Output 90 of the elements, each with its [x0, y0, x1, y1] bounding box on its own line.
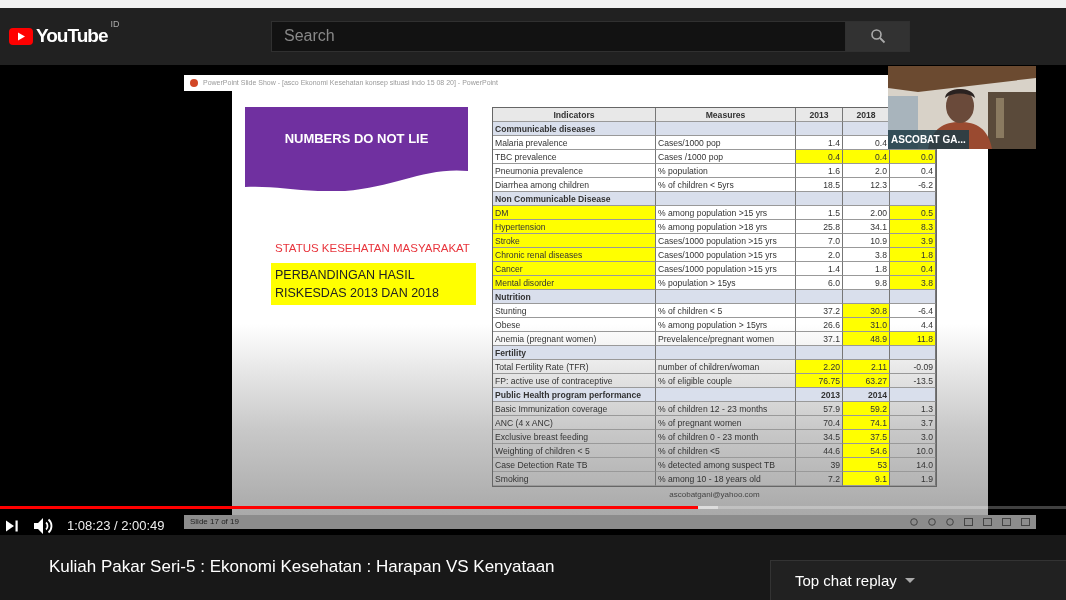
volume-button[interactable] — [33, 516, 53, 535]
table-cell: 1.4 — [796, 261, 843, 276]
table-cell: ANC (4 x ANC) — [493, 415, 656, 430]
table-cell: number of children/woman — [656, 359, 796, 374]
normal-view-icon[interactable] — [964, 517, 973, 526]
table-cell: Malaria prevalence — [493, 135, 656, 150]
table-cell: Basic Immunization coverage — [493, 401, 656, 416]
table-cell: % of children < 5 — [656, 303, 796, 318]
table-cell: % among population > 15yrs — [656, 317, 796, 332]
table-cell: -13.5 — [890, 373, 936, 388]
column-header: 2018 — [843, 107, 890, 122]
table-cell: 25.8 — [796, 219, 843, 234]
logo-text: YouTube — [36, 25, 108, 48]
table-cell: TBC prevalence — [493, 149, 656, 164]
table-cell: Cases/1000 population >15 yrs — [656, 233, 796, 248]
table-cell: -6.2 — [890, 177, 936, 192]
table-cell: 1.4 — [796, 135, 843, 150]
table-cell: Smoking — [493, 471, 656, 486]
table-cell: Cases/1000 population >15 yrs — [656, 247, 796, 262]
table-cell: 4.4 — [890, 317, 936, 332]
search-icon — [869, 28, 886, 45]
table-cell: % of children <5 — [656, 443, 796, 458]
table-cell: 3.0 — [890, 429, 936, 444]
email-text: ascobatgani@yahoo.com — [669, 489, 760, 499]
table-cell: % of eligible couple — [656, 373, 796, 388]
previous-icon[interactable] — [910, 517, 918, 526]
table-cell: 1.5 — [796, 205, 843, 220]
column-header: Measures — [656, 107, 796, 122]
table-cell: % detected among suspect TB — [656, 457, 796, 472]
slide-counter: Slide 17 of 19 — [190, 517, 239, 527]
slide-sorter-icon[interactable] — [983, 517, 992, 526]
video-title: Kuliah Pakar Seri-5 : Ekonomi Kesehatan : Harapan VS Kenyataan — [49, 557, 555, 578]
table-cell: Cases/1000 population >15 yrs — [656, 261, 796, 276]
participant-name: ASCOBAT GA... — [888, 129, 969, 149]
pause-icon[interactable] — [928, 517, 936, 526]
table-cell: % of children 12 - 23 months — [656, 401, 796, 416]
table-cell: FP: active use of contraceptive — [493, 373, 656, 388]
table-cell: 14.0 — [890, 457, 936, 472]
table-cell: 2.0 — [796, 247, 843, 262]
table-cell: % population — [656, 163, 796, 178]
table-cell: % among 10 - 18 years old — [656, 471, 796, 486]
highlighted-note: PERBANDINGAN HASIL RISKESDAS 2013 DAN 2018 — [271, 262, 476, 305]
slide-subtitle: STATUS KESEHATAN MASYARAKAT — [275, 240, 470, 255]
table-cell: 18.5 — [796, 177, 843, 192]
column-header: Indicators — [493, 107, 656, 122]
table-cell: 6.0 — [796, 275, 843, 290]
table-cell: % population > 15ys — [656, 275, 796, 290]
search-field[interactable]: Search — [271, 20, 846, 52]
search-button[interactable] — [846, 20, 910, 52]
table-cell: % of pregnant women — [656, 415, 796, 430]
table-cell: 2.0 — [843, 163, 890, 178]
table-cell: 7.0 — [796, 233, 843, 248]
table-cell: Prevelalence/pregnant women — [656, 331, 796, 346]
table-cell: 1.9 — [890, 471, 936, 486]
table-cell: Weighting of children < 5 — [493, 443, 656, 458]
table-cell: -0.09 — [890, 359, 936, 374]
presentation-app-icon — [190, 78, 198, 87]
table-cell: Stunting — [493, 303, 656, 318]
table-cell: Cases /1000 pop — [656, 149, 796, 164]
progress-bar[interactable] — [0, 505, 1066, 509]
table-cell: Case Detection Rate TB — [493, 457, 656, 472]
table-cell: % among population >18 yrs — [656, 219, 796, 234]
caret-icon — [904, 577, 915, 584]
table-cell: Obese — [493, 317, 656, 332]
table-cell: Diarrhea among children — [493, 177, 656, 192]
chat-mode-dropdown[interactable]: Top chat replay — [770, 560, 1066, 600]
next-button[interactable] — [5, 518, 19, 533]
next-icon[interactable] — [946, 517, 954, 526]
slideshow-view-icon[interactable] — [1021, 517, 1030, 526]
table-cell: Cases/1000 pop — [656, 135, 796, 150]
table-cell: 1.6 — [796, 163, 843, 178]
table-cell: Anemia (pregnant women) — [493, 331, 656, 346]
table-cell: % of children 0 - 23 month — [656, 429, 796, 444]
table-cell: % of children < 5yrs — [656, 177, 796, 192]
play-logo-icon — [9, 27, 33, 45]
reading-view-icon[interactable] — [1002, 517, 1011, 526]
table-cell: 1.3 — [890, 401, 936, 416]
table-cell: 12.3 — [843, 177, 890, 192]
table-cell: Total Fertility Rate (TFR) — [493, 359, 656, 374]
title-banner: NUMBERS DO NOT LIE — [245, 106, 468, 191]
table-cell: -6.4 — [890, 303, 936, 318]
table-cell: 10.0 — [890, 443, 936, 458]
table-cell: Pneumonia prevalence — [493, 163, 656, 178]
table-cell: Exclusive breast feeding — [493, 429, 656, 444]
table-cell: % among population >15 yrs — [656, 205, 796, 220]
table-cell: 3.7 — [890, 415, 936, 430]
table-cell: 0.4 — [890, 163, 936, 178]
time-display: 1:08:23 / 2:00:49 — [67, 518, 165, 534]
region-label: ID — [110, 19, 120, 30]
column-header: 2013 — [796, 107, 843, 122]
